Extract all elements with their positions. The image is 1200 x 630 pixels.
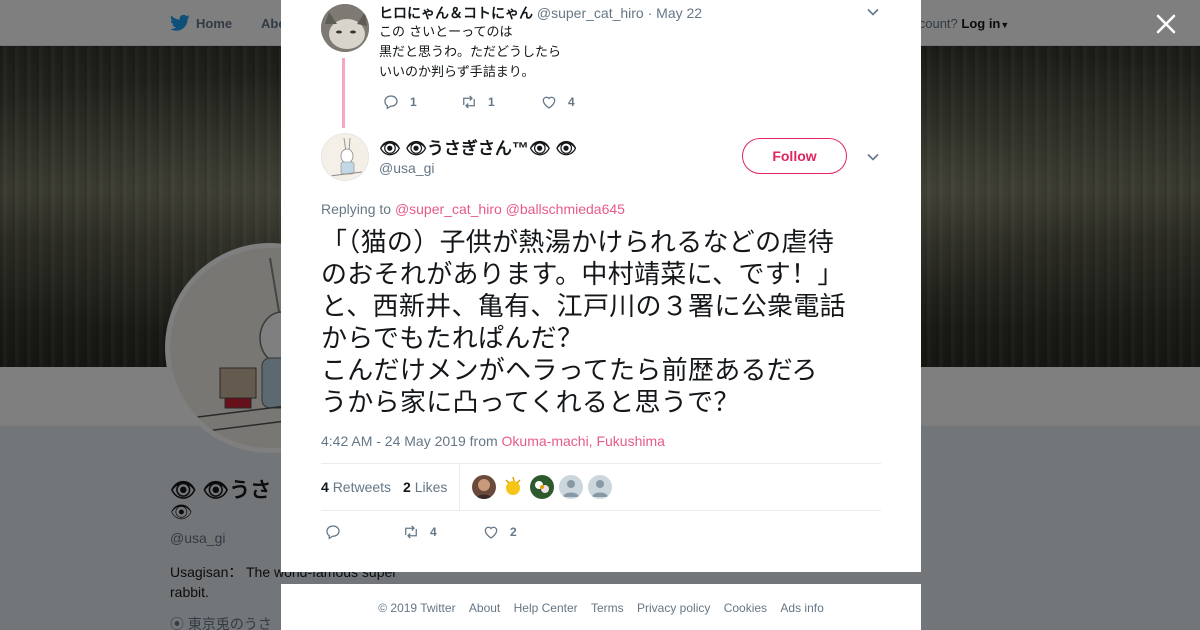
retweets-stat-count: 4 [321,479,329,495]
tweet-location-link[interactable]: Okuma-machi, Fukushima [502,433,665,449]
from-label: from [469,433,498,449]
replying-prefix: Replying to [321,201,392,217]
like-count: 4 [568,95,575,109]
replying-to-link[interactable]: @ballschmieda645 [506,201,625,217]
footer-copyright: © 2019 Twitter [378,601,456,615]
reply-button[interactable] [324,523,402,541]
parent-tweet-actions: 1 1 4 [382,93,575,111]
reply-count: 1 [410,95,417,109]
footer-link-cookies[interactable]: Cookies [724,601,767,615]
like-button[interactable]: 2 [482,523,517,541]
retweet-button[interactable]: 4 [402,523,482,541]
default-avatar-icon[interactable] [588,475,613,499]
chevron-down-icon[interactable] [865,149,881,165]
main-tweet-display-name[interactable]: 👁 👁うさぎさん™👁 👁 [379,134,577,159]
retweet-icon [463,95,475,109]
main-tweet-avatar[interactable] [321,133,369,181]
footer-link-terms[interactable]: Terms [591,601,624,615]
retweet-count: 1 [488,95,495,109]
parent-tweet-header: ヒロにゃん＆コトにゃん @super_cat_hiro · May 22 [379,3,702,23]
follow-button[interactable]: Follow [742,138,847,174]
footer-link-privacy[interactable]: Privacy policy [637,601,710,615]
liker-avatar[interactable] [530,475,555,499]
like-button[interactable]: 4 [540,93,575,111]
retweet-count: 4 [430,525,437,539]
parent-tweet-line: 黒だと思うわ。ただどうしたら [379,45,562,60]
reply-icon [326,525,340,540]
main-tweet-actions: 4 2 [324,523,517,541]
tweet-permalink-modal: ヒロにゃん＆コトにゃん @super_cat_hiro · May 22 この … [281,0,921,572]
parent-tweet-date[interactable]: May 22 [656,5,702,21]
thread-connector-line [342,58,345,128]
heart-icon [484,526,498,539]
replying-to: Replying to @super_cat_hiro @ballschmied… [321,201,625,217]
parent-tweet-line: いいのか判らず手詰まり。 [379,65,535,80]
retweets-stat[interactable]: 4 Retweets [321,479,391,495]
default-avatar-icon[interactable] [559,475,584,499]
main-tweet-text: 「（猫の）子供が熱湯かけられるなどの虐待 のおそれがあります。中村靖菜に、です！… [321,228,846,418]
reply-button[interactable]: 1 [382,93,460,111]
main-tweet-handle[interactable]: @usa_gi [379,160,434,176]
retweet-button[interactable]: 1 [460,93,540,111]
parent-tweet-line: この さいとーってのは [379,25,513,40]
liker-avatars [472,475,613,499]
stats-divider [459,464,461,510]
parent-tweet-text: この さいとーってのは 黒だと思うわ。ただどうしたら いいのか判らず手詰まり。 [379,23,561,83]
tweet-timestamp[interactable]: 4:42 AM - 24 May 2019 [321,433,466,449]
footer-links: © 2019 Twitter About Help Center Terms P… [281,601,921,615]
footer-link-help-center[interactable]: Help Center [514,601,578,615]
close-icon[interactable] [1154,12,1178,36]
footer-link-about[interactable]: About [469,601,500,615]
like-count: 2 [510,525,517,539]
chevron-down-icon[interactable] [865,4,881,20]
replying-to-link[interactable]: @super_cat_hiro [395,201,502,217]
rabbit-avatar-image [322,134,368,180]
reply-icon [384,95,398,110]
parent-tweet-avatar[interactable] [321,4,369,52]
retweets-stat-label: Retweets [332,479,392,495]
tweet-stats: 4 Retweets 2 Likes [321,463,881,511]
liker-avatar[interactable] [472,475,497,499]
footer-link-ads-info[interactable]: Ads info [780,601,823,615]
tweet-timestamp-line: 4:42 AM - 24 May 2019 from Okuma-machi, … [321,433,665,449]
parent-tweet-name[interactable]: ヒロにゃん＆コトにゃん [379,5,533,21]
parent-tweet-handle[interactable]: @super_cat_hiro [537,5,644,21]
retweet-icon [405,525,417,539]
modal-footer: © 2019 Twitter About Help Center Terms P… [281,584,921,630]
likes-stat-label: Likes [414,479,448,495]
cat-avatar-image [321,4,369,52]
likes-stat-count: 2 [403,479,411,495]
heart-icon [542,96,556,109]
liker-avatar[interactable] [501,475,526,499]
separator-dot: · [647,5,653,21]
likes-stat[interactable]: 2 Likes [403,479,447,495]
